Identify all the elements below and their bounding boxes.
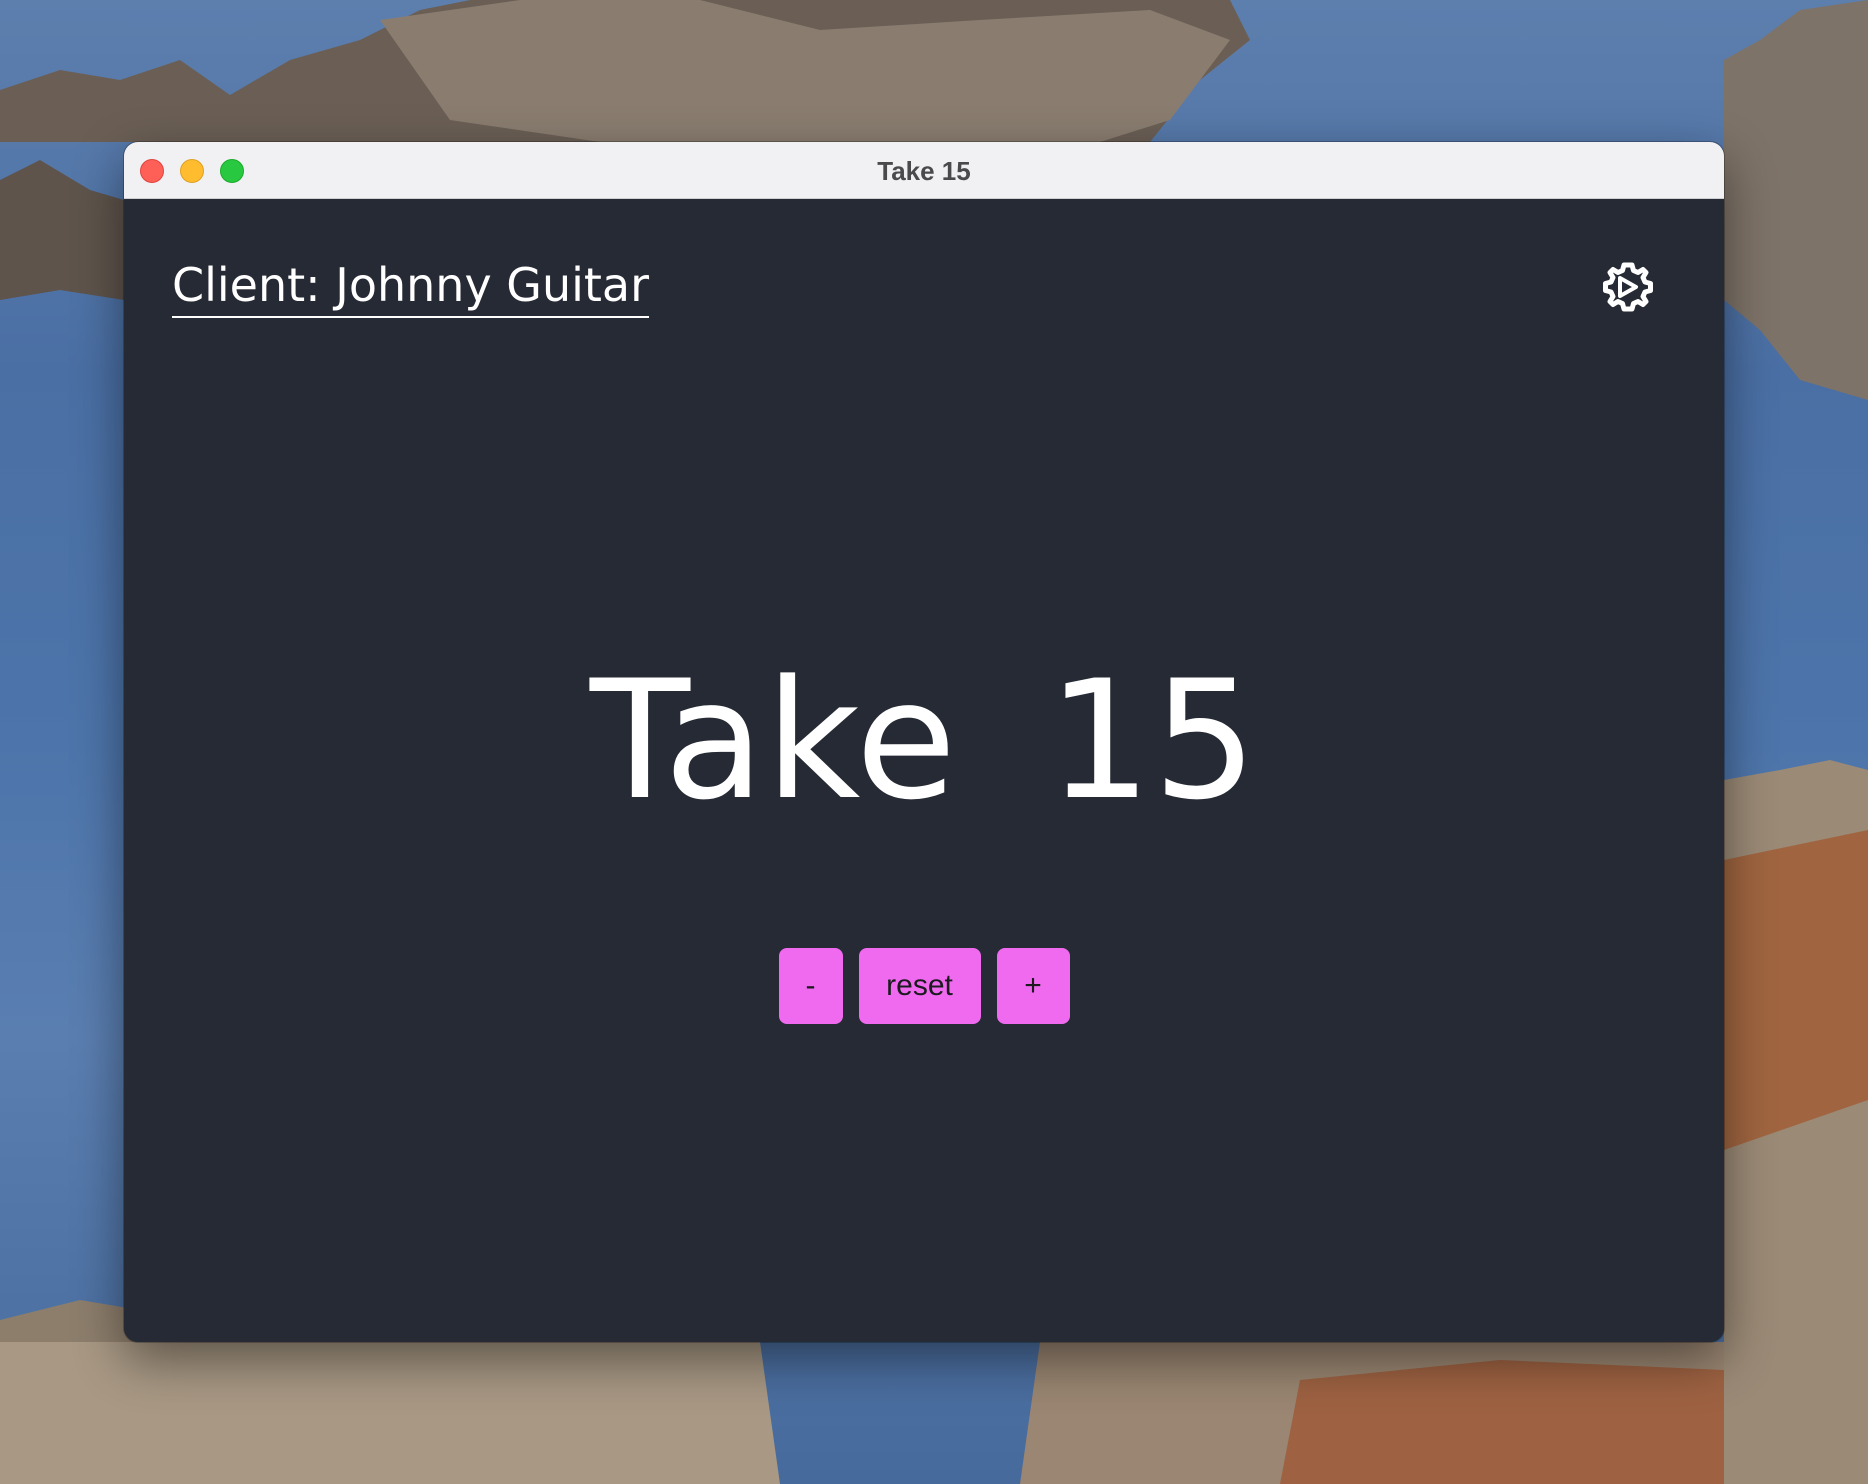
app-window: Take 15 Client: Johnny Guitar Take 15 - r… <box>124 142 1724 1342</box>
title-bar: Take 15 <box>124 142 1724 199</box>
desktop-wallpaper: Take 15 Client: Johnny Guitar Take 15 - r… <box>0 0 1868 1484</box>
take-controls: - reset + <box>124 948 1724 1024</box>
reset-button[interactable]: reset <box>858 948 981 1024</box>
gear-icon <box>1603 262 1653 312</box>
settings-button[interactable] <box>1600 259 1656 315</box>
take-counter-display: Take 15 <box>124 659 1724 823</box>
take-number: 15 <box>1047 645 1259 836</box>
window-title: Take 15 <box>877 156 971 186</box>
decrement-button[interactable]: - <box>778 948 843 1024</box>
take-word: Take <box>589 645 958 836</box>
client-name-link[interactable]: Client: Johnny Guitar <box>172 259 650 318</box>
main-content: Client: Johnny Guitar Take 15 - reset + <box>124 199 1724 1342</box>
increment-button[interactable]: + <box>996 948 1070 1024</box>
